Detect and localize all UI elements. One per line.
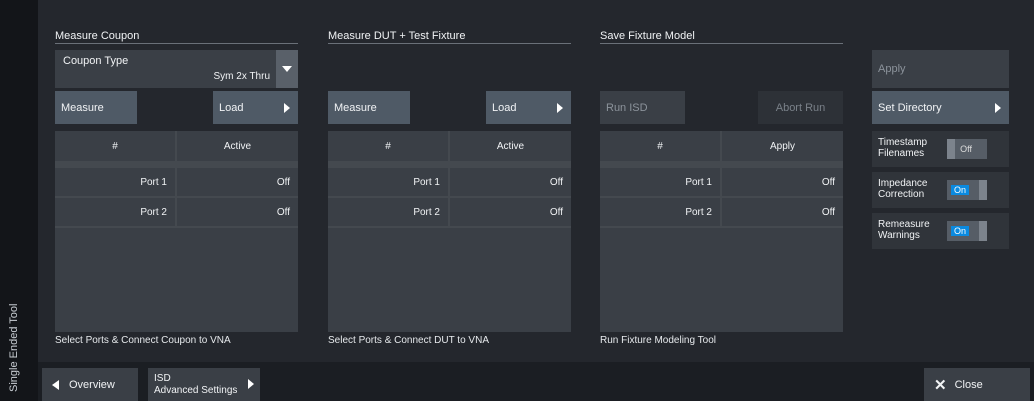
coupon-load-button[interactable]: Load <box>213 91 298 124</box>
toggle-state: On <box>951 185 970 195</box>
close-button[interactable]: ✕ Close <box>924 368 1030 401</box>
left-arrow-icon <box>52 379 59 390</box>
table-header-active: Active <box>450 131 571 161</box>
run-isd-label: Run ISD <box>606 101 648 114</box>
coupon-port-table: # Active Port 1 Off Port 2 Off <box>55 131 298 332</box>
coupon-title-underline <box>55 43 298 44</box>
save-title-underline <box>600 43 843 44</box>
coupon-hint: Select Ports & Connect Coupon to VNA <box>55 335 231 346</box>
table-cell-port-2[interactable]: Port 2 <box>600 198 720 226</box>
impedance-correction-toggle[interactable]: On <box>947 180 987 200</box>
isd-label-line2: Advanced Settings <box>154 384 238 396</box>
set-directory-label: Set Directory <box>878 101 942 114</box>
dropdown-arrow-icon[interactable] <box>276 50 298 88</box>
table-cell-active-1[interactable]: Off <box>450 168 571 196</box>
save-hint: Run Fixture Modeling Tool <box>600 335 716 346</box>
table-cell-active-2[interactable]: Off <box>177 198 298 226</box>
timestamp-filenames-row: Timestamp Filenames Off <box>872 131 1009 167</box>
coupon-load-label: Load <box>219 101 244 114</box>
dut-measure-label: Measure <box>334 101 377 114</box>
table-empty-area <box>600 228 843 332</box>
apply-button[interactable]: Apply <box>872 50 1009 88</box>
remeasure-label-line1: Remeasure <box>878 219 930 230</box>
isd-label-line1: ISD <box>154 372 171 384</box>
dut-load-label: Load <box>492 101 517 114</box>
coupon-title: Measure Coupon <box>55 30 140 42</box>
remeasure-label-line2: Warnings <box>878 230 920 241</box>
table-empty-area <box>55 228 298 332</box>
coupon-type-value: Sym 2x Thru <box>213 71 271 82</box>
apply-label: Apply <box>878 63 906 75</box>
toggle-state: On <box>951 226 970 236</box>
table-cell-port-1[interactable]: Port 1 <box>328 168 448 196</box>
impedance-label-line2: Correction <box>878 189 925 200</box>
table-empty-area <box>328 228 571 332</box>
set-directory-button[interactable]: Set Directory <box>872 91 1009 124</box>
dut-port-table: # Active Port 1 Off Port 2 Off <box>328 131 571 332</box>
table-cell-port-1[interactable]: Port 1 <box>55 168 175 196</box>
table-cell-port-1[interactable]: Port 1 <box>600 168 720 196</box>
table-header-number: # <box>55 131 175 161</box>
toggle-knob <box>979 221 987 241</box>
close-label: Close <box>954 378 983 391</box>
right-arrow-icon <box>284 102 290 113</box>
right-arrow-icon <box>557 102 563 113</box>
table-header-number: # <box>600 131 720 161</box>
remeasure-warnings-toggle[interactable]: On <box>947 221 987 241</box>
table-cell-apply-1[interactable]: Off <box>722 168 843 196</box>
run-isd-button[interactable]: Run ISD <box>600 91 685 124</box>
toggle-state: Off <box>960 144 972 154</box>
dut-measure-button[interactable]: Measure <box>328 91 410 124</box>
dut-load-button[interactable]: Load <box>486 91 571 124</box>
table-header-active: Active <box>177 131 298 161</box>
table-cell-active-2[interactable]: Off <box>450 198 571 226</box>
abort-run-button[interactable]: Abort Run <box>758 91 843 124</box>
dut-title-underline <box>328 43 571 44</box>
table-cell-port-2[interactable]: Port 2 <box>55 198 175 226</box>
table-header-apply: Apply <box>722 131 843 161</box>
right-arrow-icon <box>995 102 1001 113</box>
remeasure-warnings-row: Remeasure Warnings On <box>872 213 1009 249</box>
impedance-correction-row: Impedance Correction On <box>872 172 1009 208</box>
coupon-type-dropdown[interactable]: Coupon Type Sym 2x Thru <box>55 50 298 88</box>
right-arrow-icon <box>248 379 254 389</box>
coupon-type-label: Coupon Type <box>63 55 129 67</box>
sidebar-vertical-label: Single Ended Tool <box>8 303 20 392</box>
table-cell-active-1[interactable]: Off <box>177 168 298 196</box>
toggle-knob <box>947 139 955 159</box>
overview-label: Overview <box>69 378 115 391</box>
timestamp-filenames-toggle[interactable]: Off <box>947 139 987 159</box>
dut-title: Measure DUT + Test Fixture <box>328 30 466 42</box>
abort-run-label: Abort Run <box>775 101 826 114</box>
coupon-measure-label: Measure <box>61 101 104 114</box>
toggle-knob <box>979 180 987 200</box>
table-cell-apply-2[interactable]: Off <box>722 198 843 226</box>
close-x-icon: ✕ <box>934 376 947 394</box>
dut-hint: Select Ports & Connect DUT to VNA <box>328 335 489 346</box>
timestamp-label-line1: Timestamp <box>878 137 928 148</box>
coupon-measure-button[interactable]: Measure <box>55 91 137 124</box>
table-header-number: # <box>328 131 448 161</box>
save-port-table: # Apply Port 1 Off Port 2 Off <box>600 131 843 332</box>
isd-advanced-settings-button[interactable]: ISD Advanced Settings <box>148 368 260 401</box>
overview-button[interactable]: Overview <box>42 368 138 401</box>
save-title: Save Fixture Model <box>600 30 695 42</box>
timestamp-label-line2: Filenames <box>878 148 925 159</box>
table-cell-port-2[interactable]: Port 2 <box>328 198 448 226</box>
impedance-label-line1: Impedance <box>878 178 928 189</box>
